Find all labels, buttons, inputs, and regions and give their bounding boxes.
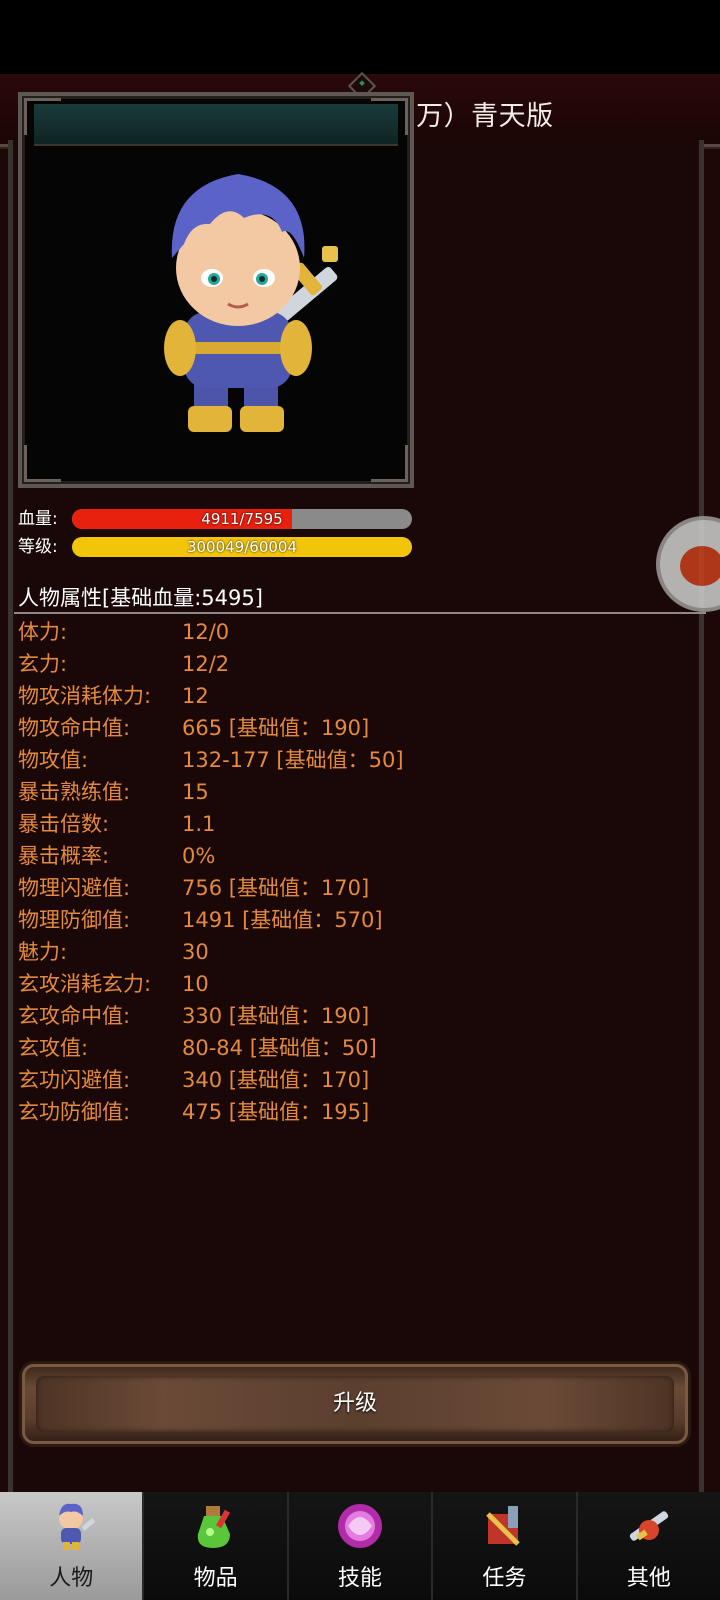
attribute-row: 暴击熟练值: 15 (18, 776, 678, 808)
tab-label: 人物 (49, 1566, 94, 1591)
attribute-name: 玄力: (18, 652, 68, 676)
bottom-tab-bar: 人物 物品 技能 任务 其他 (0, 1492, 720, 1600)
tab-quests[interactable]: 任务 (433, 1492, 578, 1600)
attribute-name: 体力: (18, 620, 68, 644)
character-avatar (132, 166, 352, 446)
attribute-value: 665 [基础值：190] (182, 716, 370, 740)
frame-corner-icon (24, 445, 61, 482)
swordsman-avatar-icon (164, 174, 338, 432)
attribute-name: 玄攻值: (18, 1036, 89, 1060)
attribute-row: 暴击倍数: 1.1 (18, 808, 678, 840)
attribute-row: 物攻命中值: 665 [基础值：190] (18, 712, 678, 744)
attributes-heading: 人物属性[基础血量:5495] (18, 586, 263, 610)
character-portrait-frame (18, 92, 414, 488)
attribute-row: 玄攻消耗玄力: 10 (18, 968, 678, 1000)
potion-icon (190, 1500, 242, 1552)
attribute-value: 12/2 (182, 652, 230, 676)
frame-corner-icon (24, 98, 61, 135)
attribute-row: 玄功防御值: 475 [基础值：195] (18, 1096, 678, 1128)
attribute-row: 物攻值: 132-177 [基础值：50] (18, 744, 678, 776)
attribute-name: 物理防御值: (18, 908, 131, 932)
attribute-value: 30 (182, 940, 209, 964)
tab-label: 技能 (338, 1566, 383, 1591)
upgrade-button-plate: 升级 (36, 1376, 674, 1432)
sword-other-icon (623, 1500, 675, 1552)
attribute-name: 暴击倍数: (18, 812, 110, 836)
attribute-name: 玄攻命中值: (18, 1004, 131, 1028)
attribute-value: 0% (182, 844, 216, 868)
skill-orb-icon (334, 1500, 386, 1552)
attributes-list: 体力: 12/0 玄力: 12/2 物攻消耗体力: 12 物攻命中值: 665 [基础值：19… (18, 616, 678, 1128)
attribute-row: 玄力: 12/2 (18, 648, 678, 680)
attribute-value: 10 (182, 972, 209, 996)
level-label: 等级: (18, 537, 58, 557)
attribute-value: 132-177 [基础值：50] (182, 748, 404, 772)
status-bar (0, 0, 720, 74)
attribute-name: 物攻值: (18, 748, 89, 772)
attribute-row: 魅力: 30 (18, 936, 678, 968)
attribute-value: 475 [基础值：195] (182, 1100, 370, 1124)
level-row: 等级: 300049/60004 (0, 536, 420, 560)
character-stat-bars: 血量: 4911/7595 等级: 300049/60004 (0, 508, 420, 568)
attribute-name: 玄功闪避值: (18, 1068, 131, 1092)
attribute-row: 玄攻值: 80-84 [基础值：50] (18, 1032, 678, 1064)
attribute-row: 玄功闪避值: 340 [基础值：170] (18, 1064, 678, 1096)
attribute-row: 体力: 12/0 (18, 616, 678, 648)
attribute-value: 80-84 [基础值：50] (182, 1036, 377, 1060)
tab-label: 其他 (626, 1566, 671, 1591)
attribute-row: 物理防御值: 1491 [基础值：570] (18, 904, 678, 936)
level-bar: 300049/60004 (72, 537, 412, 557)
attribute-value: 1491 [基础值：570] (182, 908, 383, 932)
tab-skills[interactable]: 技能 (288, 1492, 434, 1600)
attribute-row: 玄攻命中值: 330 [基础值：190] (18, 1000, 678, 1032)
attribute-name: 魅力: (18, 940, 68, 964)
attribute-row: 物攻消耗体力: 12 (18, 680, 678, 712)
attribute-name: 物攻命中值: (18, 716, 131, 740)
hp-row: 血量: 4911/7595 (0, 508, 420, 532)
attribute-row: 物理闪避值: 756 [基础值：170] (18, 872, 678, 904)
attribute-value: 15 (182, 780, 209, 804)
portrait-header (34, 104, 398, 146)
level-value: 300049/60004 (186, 538, 298, 556)
frame-corner-icon (371, 98, 408, 135)
character-icon (45, 1500, 97, 1552)
frame-corner-icon (371, 445, 408, 482)
hp-label: 血量: (18, 509, 58, 529)
quest-icon (478, 1500, 530, 1552)
attribute-name: 物理闪避值: (18, 876, 131, 900)
divider (14, 612, 706, 614)
tab-label: 任务 (482, 1566, 527, 1591)
tab-character[interactable]: 人物 (0, 1492, 145, 1600)
attribute-value: 340 [基础值：170] (182, 1068, 370, 1092)
attribute-name: 暴击概率: (18, 844, 110, 868)
attribute-name: 玄攻消耗玄力: (18, 972, 152, 996)
hp-value: 4911/7595 (201, 510, 283, 528)
attribute-row: 暴击概率: 0% (18, 840, 678, 872)
upgrade-button[interactable]: 升级 (22, 1364, 688, 1444)
attribute-name: 物攻消耗体力: (18, 684, 152, 708)
tab-label: 物品 (193, 1566, 238, 1591)
attribute-value: 1.1 (182, 812, 216, 836)
attribute-name: 玄功防御值: (18, 1100, 131, 1124)
tab-other[interactable]: 其他 (577, 1492, 720, 1600)
tab-items[interactable]: 物品 (144, 1492, 289, 1600)
attribute-value: 330 [基础值：190] (182, 1004, 370, 1028)
attribute-value: 12/0 (182, 620, 230, 644)
upgrade-button-label: 升级 (332, 1391, 377, 1416)
attribute-value: 756 [基础值：170] (182, 876, 370, 900)
attribute-name: 暴击熟练值: (18, 780, 131, 804)
hp-bar: 4911/7595 (72, 509, 412, 529)
attribute-value: 12 (182, 684, 209, 708)
